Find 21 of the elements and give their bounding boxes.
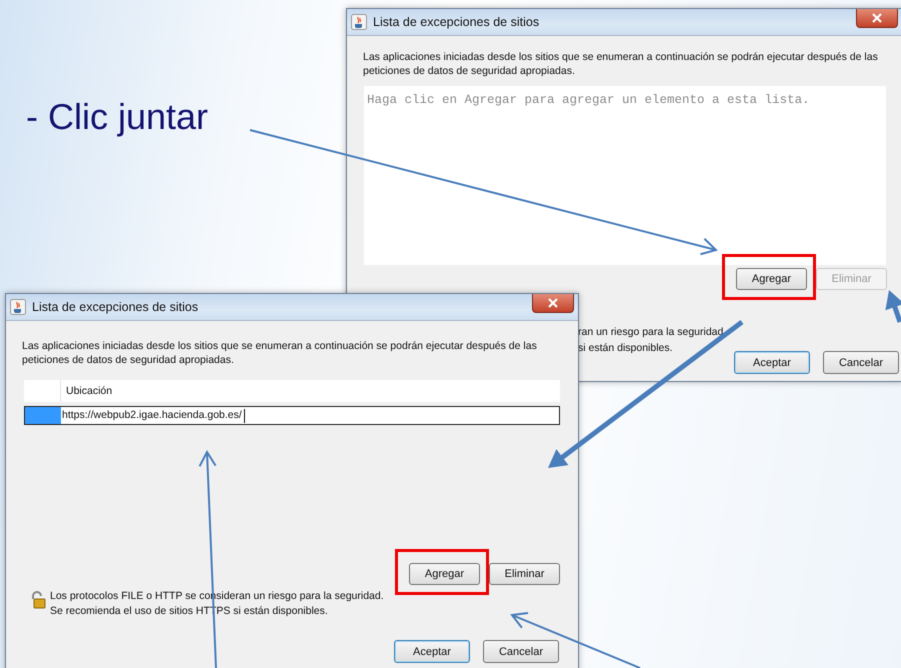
list-button[interactable]: Agregar [736, 268, 807, 290]
coffee-cup-icon [10, 299, 26, 315]
description-text: Las aplicaciones iniciadas desde los sitios que se enumeran a continuación se podrán ejecutar después de las peticiones de datos de seguridad apropiadas. [22, 339, 538, 367]
slide-text: - Clic juntar [26, 96, 208, 138]
close-button[interactable] [856, 9, 898, 28]
dialog-button[interactable]: Cancelar [483, 640, 559, 663]
dialog-button[interactable]: Aceptar [734, 351, 810, 374]
dialog-button[interactable]: Cancelar [823, 351, 899, 374]
padlock-icon [30, 591, 46, 609]
arrow [885, 290, 901, 323]
coffee-cup-icon [351, 14, 367, 30]
window-title: Lista de excepciones de sitios [373, 15, 540, 29]
list-button[interactable]: Eliminar [489, 563, 560, 585]
list-placeholder: Haga clic en Agregar para agregar un elemento a esta lista. [367, 93, 810, 107]
close-icon [548, 298, 558, 308]
dialog-button[interactable]: Aceptar [394, 640, 470, 663]
window-title: Lista de excepciones de sitios [32, 300, 198, 314]
list-button[interactable]: Agregar [409, 563, 480, 585]
close-icon [872, 13, 882, 23]
description-text: Las aplicaciones iniciadas desde los sitios que se enumeran a continuación se podrán ejecutar después de las peticiones de datos de seguridad apropiadas. [363, 50, 879, 78]
close-button[interactable] [532, 294, 574, 313]
